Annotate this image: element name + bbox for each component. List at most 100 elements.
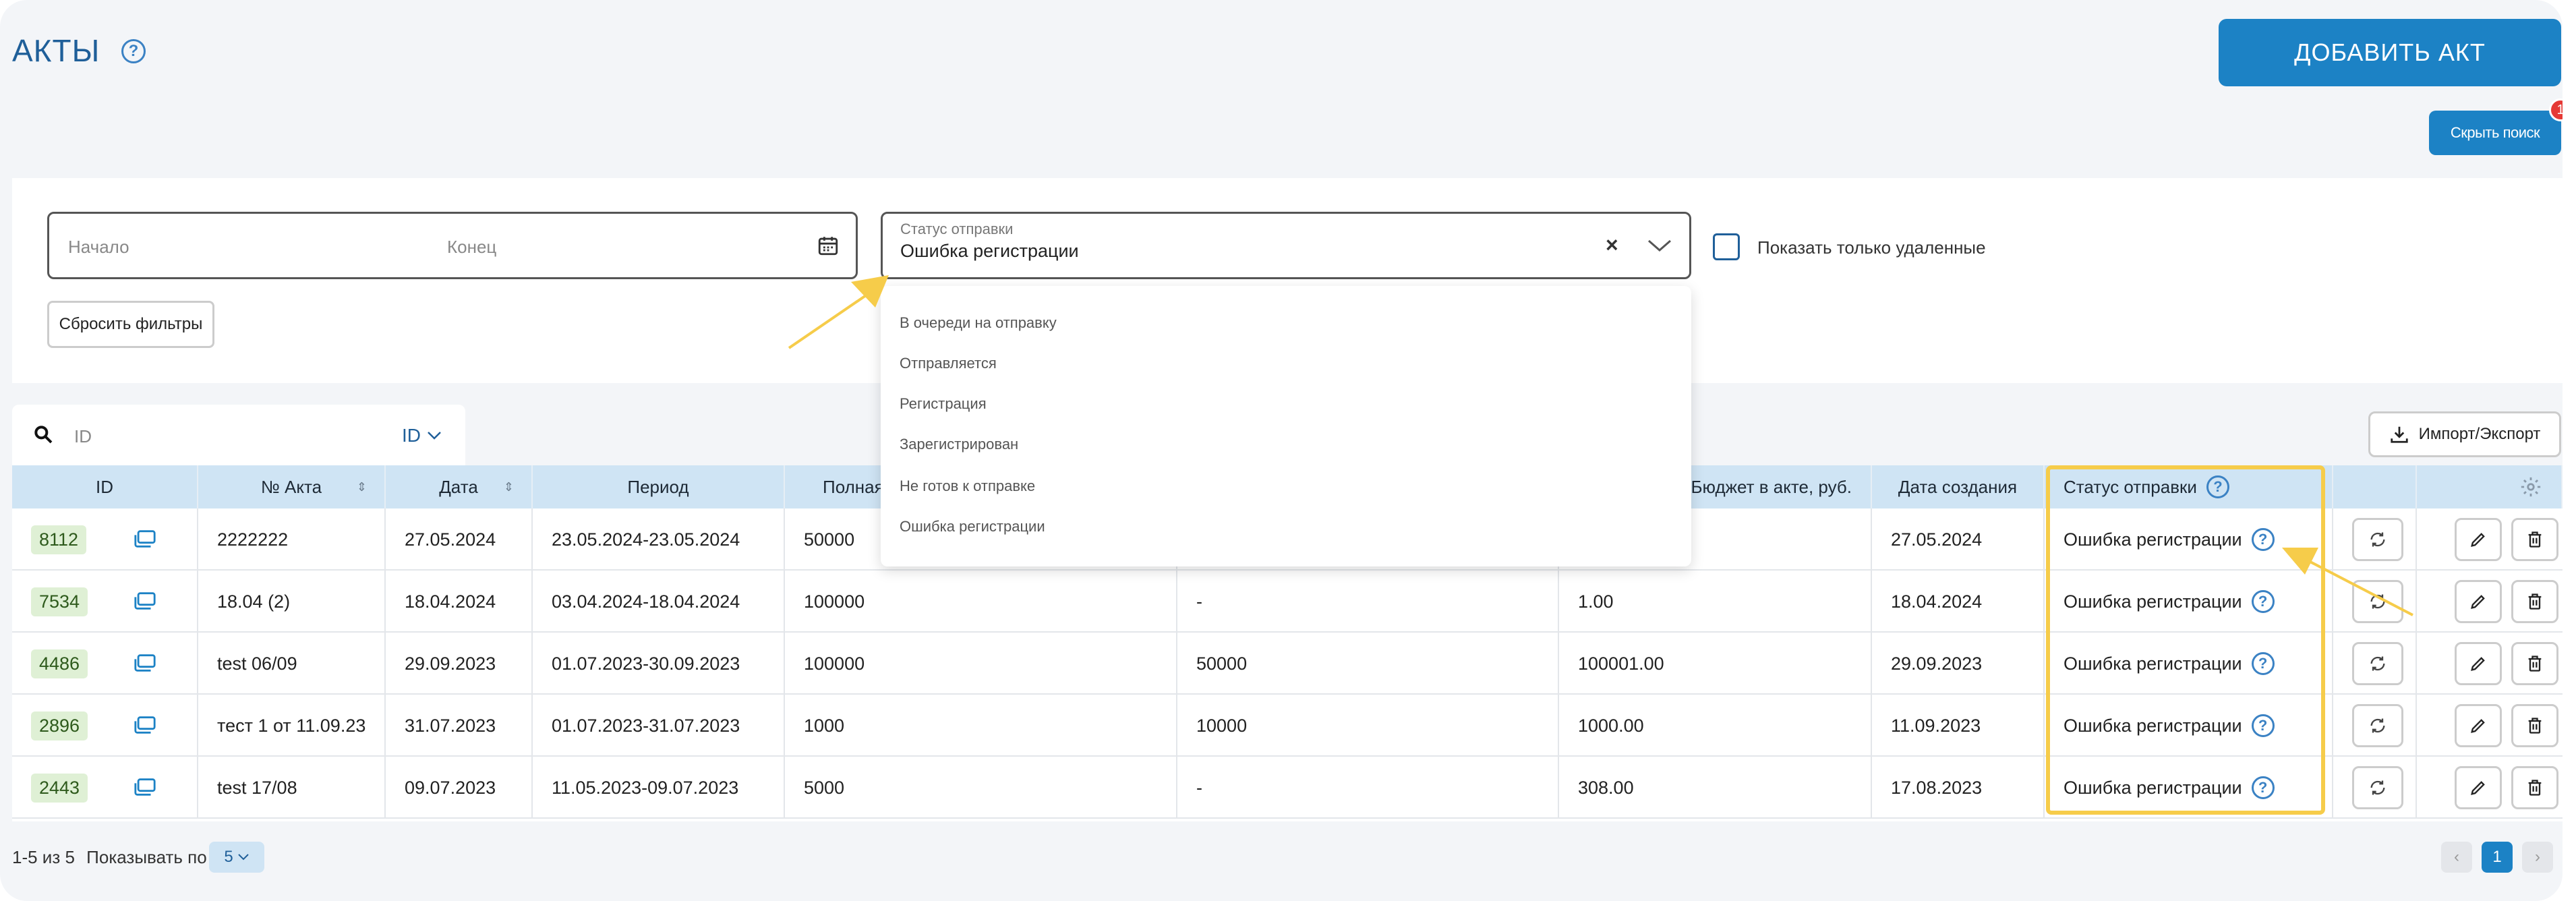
col-header-date[interactable]: Дата ⇕ [386,465,533,508]
cell-full: 1000 [785,695,1177,757]
edit-button[interactable] [2455,580,2502,623]
status-option[interactable]: Регистрация [900,395,987,413]
delete-button[interactable] [2511,518,2558,561]
folder-icon[interactable] [134,777,156,802]
folder-icon[interactable] [134,715,156,740]
help-icon[interactable]: ? [121,39,146,63]
edit-button[interactable] [2455,642,2502,685]
reset-filters-button[interactable]: Сбросить фильтры [47,301,214,348]
trash-icon [2528,531,2542,548]
pencil-icon [2471,781,2485,795]
date-start-input[interactable]: Начало [68,237,129,258]
id-badge[interactable]: 2896 [31,711,88,740]
row-divider [12,817,2563,819]
clear-icon[interactable]: × [1606,233,1618,258]
folder-icon [134,778,156,796]
search-field-selector[interactable]: ID [402,425,442,446]
resend-button[interactable] [2352,704,2403,747]
cell-full: 100000 [785,571,1177,633]
delete-button[interactable] [2511,642,2558,685]
chevron-down-icon[interactable] [1646,237,1673,258]
delete-button[interactable] [2511,580,2558,623]
page-title: АКТЫ [12,33,100,68]
folder-icon[interactable] [134,653,156,678]
cell-full: 5000 [785,757,1177,819]
chevron-down-icon [237,854,249,861]
cell-id: 2896 [12,695,198,757]
status-option[interactable]: Отправляется [900,355,997,372]
folder-icon[interactable] [134,591,156,616]
cell-col6: - [1177,757,1559,819]
pagination-range: 1-5 из 5 [12,847,75,867]
download-icon [2391,426,2408,443]
folder-icon[interactable] [134,529,156,554]
sync-icon [2370,532,2385,547]
col-header-id[interactable]: ID [12,465,198,508]
chevron-down-icon [428,432,441,440]
hide-search-button[interactable]: Скрыть поиск [2429,111,2561,155]
cell-number: 18.04 (2) [198,571,386,633]
page-button[interactable]: 1 [2482,842,2513,873]
edit-button[interactable] [2455,766,2502,809]
trash-icon [2528,593,2542,610]
resend-button[interactable] [2352,518,2403,561]
per-page-select[interactable]: 5 [209,842,264,873]
cell-sync [2333,633,2417,695]
status-select-caption: Статус отправки [900,221,1014,237]
cell-number: 2222222 [198,508,386,571]
id-badge[interactable]: 2443 [31,773,88,803]
edit-button[interactable] [2455,518,2502,561]
folder-icon [134,716,156,734]
id-badge[interactable]: 4486 [31,649,88,678]
cell-budget: 100001.00 [1559,633,1872,695]
cell-id: 2443 [12,757,198,819]
status-column-highlight [2046,465,2325,815]
sort-icon[interactable]: ⇕ [357,480,367,494]
cell-actions [2417,633,2563,695]
cell-col6: - [1177,571,1559,633]
date-end-input[interactable]: Конец [447,237,496,258]
edit-button[interactable] [2455,704,2502,747]
col-header-created[interactable]: Дата создания [1872,465,2045,508]
resend-button[interactable] [2352,766,2403,809]
delete-button[interactable] [2511,766,2558,809]
status-option[interactable]: Ошибка регистрации [900,518,1045,535]
id-badge[interactable]: 7534 [31,587,88,616]
cell-budget: 1000.00 [1559,695,1872,757]
cell-period: 01.07.2023-30.09.2023 [533,633,785,695]
gear-icon [2521,477,2541,497]
calendar-icon[interactable] [817,234,840,260]
delete-button[interactable] [2511,704,2558,747]
resend-button[interactable] [2352,642,2403,685]
next-page-button[interactable]: › [2522,842,2553,873]
col-header-settings[interactable] [2417,465,2563,508]
prev-page-button[interactable]: ‹ [2441,842,2472,873]
cell-date: 09.07.2023 [386,757,533,819]
pencil-icon [2471,719,2485,733]
status-option[interactable]: Не готов к отправке [900,477,1035,495]
folder-icon [134,654,156,672]
col-header-period[interactable]: Период [533,465,785,508]
import-export-button[interactable]: Импорт/Экспорт [2368,411,2561,457]
show-deleted-label: Показать только удаленные [1757,237,1986,258]
cell-id: 4486 [12,633,198,695]
id-badge[interactable]: 8112 [31,525,87,554]
date-range-field[interactable]: Начало Конец [47,212,858,279]
sort-icon[interactable]: ⇕ [504,480,514,494]
cell-created: 17.08.2023 [1872,757,2045,819]
status-option[interactable]: В очереди на отправку [900,314,1057,332]
col-header-date-label: Дата [439,476,478,497]
per-page-value: 5 [224,848,233,866]
show-deleted-checkbox[interactable] [1713,233,1740,260]
search-input[interactable]: ID [74,426,92,447]
status-select[interactable]: Статус отправки Ошибка регистрации × [881,212,1691,279]
resend-button[interactable] [2352,580,2403,623]
add-act-button[interactable]: ДОБАВИТЬ АКТ [2219,19,2561,86]
cell-col6: 50000 [1177,633,1559,695]
cell-sync [2333,757,2417,819]
col-header-number[interactable]: № Акта ⇕ [198,465,386,508]
status-option[interactable]: Зарегистрирован [900,436,1018,453]
cell-actions [2417,508,2563,571]
cell-period: 11.05.2023-09.07.2023 [533,757,785,819]
cell-sync [2333,508,2417,571]
